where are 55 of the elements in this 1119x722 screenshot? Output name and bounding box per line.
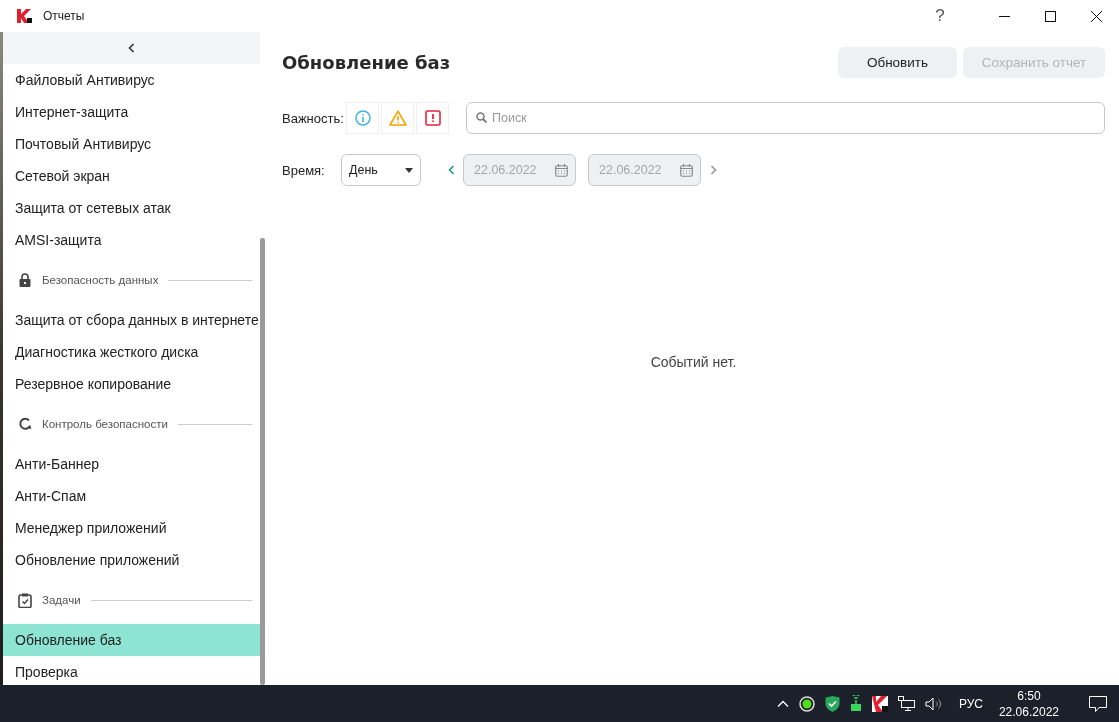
section-label: Задачи <box>42 594 81 606</box>
search-icon <box>476 112 487 123</box>
scrollbar-thumb[interactable] <box>260 238 265 685</box>
sidebar-item[interactable]: Почтовый Антивирус <box>3 128 260 160</box>
sidebar-item[interactable]: Диагностика жесткого диска <box>3 336 260 368</box>
calendar-icon <box>680 163 693 177</box>
error-filter-button[interactable] <box>416 102 449 134</box>
severity-label: Важность: <box>282 110 345 126</box>
clipboard-check-icon <box>18 592 32 608</box>
lock-icon <box>18 273 32 287</box>
section-label: Контроль безопасности <box>42 418 168 430</box>
page-title: Обновление баз <box>282 51 451 73</box>
help-button[interactable]: ? <box>917 0 963 32</box>
sidebar-item[interactable]: Анти-Спам <box>3 480 260 512</box>
sidebar-item[interactable]: Защита от сбора данных в интернете <box>3 304 260 336</box>
sidebar-item[interactable]: Файловый Антивирус <box>3 64 260 96</box>
chevron-left-icon <box>128 43 135 53</box>
maximize-icon[interactable] <box>1045 10 1056 22</box>
sidebar-item[interactable]: Интернет-защита <box>3 96 260 128</box>
sidebar-item[interactable]: Анти-Баннер <box>3 448 260 480</box>
sidebar-item[interactable]: AMSI-защита <box>3 224 260 256</box>
time-label: Время: <box>282 162 326 178</box>
sidebar-item[interactable]: Обновление баз <box>3 624 260 656</box>
info-icon <box>354 110 371 126</box>
section-label: Безопасность данных <box>42 274 159 286</box>
sidebar-item[interactable]: Сетевой экран <box>3 160 260 192</box>
network-monitor-icon[interactable] <box>897 696 915 711</box>
speaker-icon[interactable] <box>924 696 943 711</box>
sidebar-item[interactable]: Проверка <box>3 656 260 688</box>
chevron-left-icon[interactable] <box>448 165 455 175</box>
calendar-icon <box>555 163 568 177</box>
sidebar-item[interactable]: Защита от сетевых атак <box>3 192 260 224</box>
clock[interactable]: 6:50 22.06.2022 <box>998 687 1059 720</box>
chevron-up-icon[interactable] <box>776 700 789 707</box>
chevron-right-icon[interactable] <box>710 165 717 175</box>
sidebar-item[interactable]: Менеджер приложений <box>3 512 260 544</box>
error-icon <box>424 110 441 126</box>
caret-icon <box>405 167 413 173</box>
warning-icon <box>388 110 407 126</box>
shield-check-icon[interactable] <box>824 695 840 712</box>
router-icon[interactable] <box>849 695 862 712</box>
search-field[interactable]: Поиск <box>466 102 1105 134</box>
period-dropdown[interactable]: День <box>341 154 421 186</box>
shield-refresh-icon <box>18 417 32 431</box>
language-indicator[interactable]: РУС <box>958 696 983 711</box>
action-button[interactable]: Обновить <box>838 46 957 78</box>
notification-icon[interactable] <box>1089 695 1107 712</box>
app-logo-icon[interactable] <box>871 695 888 712</box>
sidebar-item[interactable]: Резервное копирование <box>3 368 260 400</box>
sidebar-item[interactable]: Обновление приложений <box>3 544 260 576</box>
window-title: Отчеты <box>43 9 85 23</box>
status-indicator-icon[interactable] <box>798 695 815 712</box>
empty-message: Событий нет. <box>650 353 737 370</box>
close-icon[interactable] <box>1091 10 1102 22</box>
app-logo-icon <box>17 9 33 23</box>
